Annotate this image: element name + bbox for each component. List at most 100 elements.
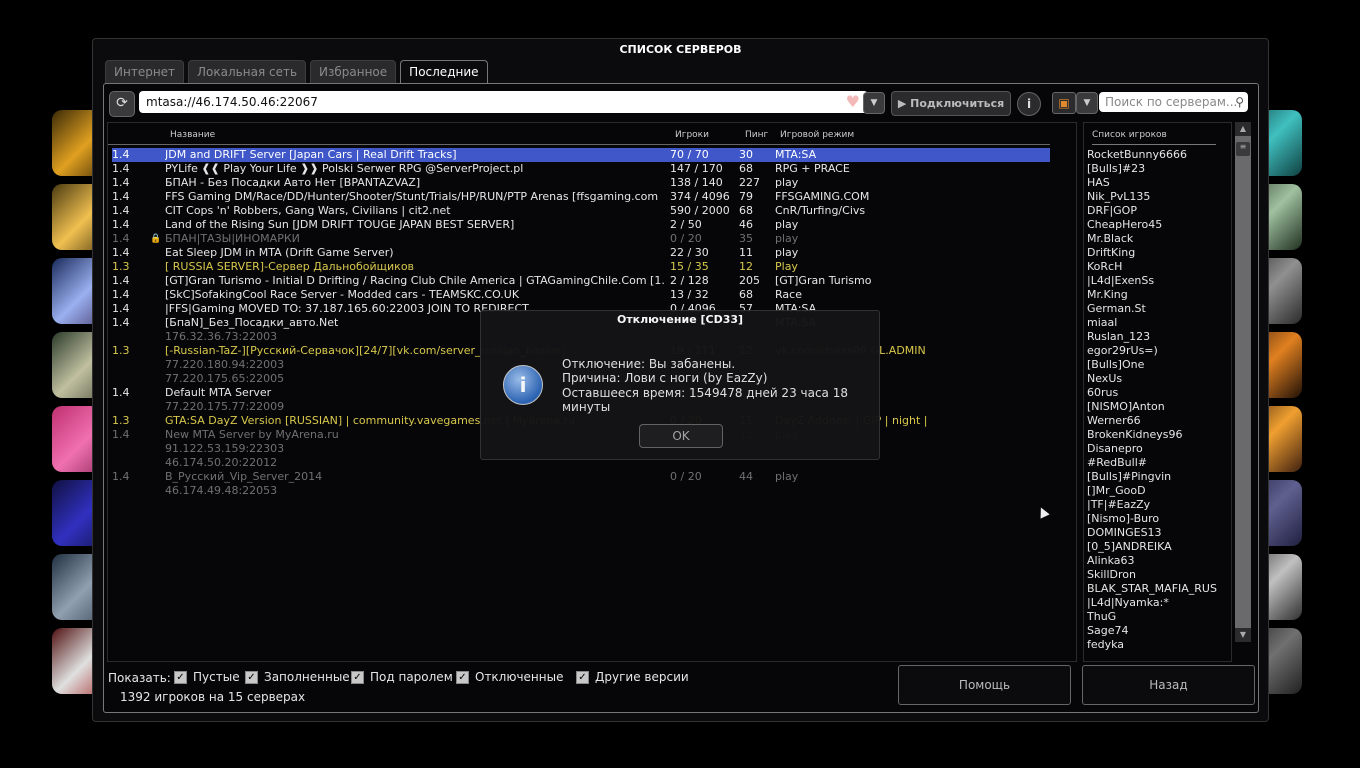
checkbox-icon: ✓ (245, 670, 258, 684)
filter-other-versions-checkbox[interactable]: ✓ Другие версии (576, 670, 689, 684)
player-name[interactable]: #RedBull# (1087, 456, 1219, 470)
player-name[interactable]: German.St (1087, 302, 1219, 316)
server-row[interactable]: 1.4 CIT Cops 'n' Robbers, Gang Wars, Civi… (112, 204, 1050, 218)
column-gamemode[interactable]: Игровой режим (780, 130, 854, 140)
scroll-thumb[interactable]: ≡ (1236, 142, 1250, 156)
player-name[interactable]: Disanepro (1087, 442, 1219, 456)
server-players: 70 / 70 (670, 148, 709, 161)
player-name[interactable]: 60rus (1087, 386, 1219, 400)
column-ping[interactable]: Пинг (745, 130, 768, 140)
player-name[interactable]: [Bulls]#Pingvin (1087, 470, 1219, 484)
server-row[interactable]: 1.4 JDM and DRIFT Server [Japan Cars | Re… (112, 148, 1050, 162)
player-name[interactable]: Nik_PvL135 (1087, 190, 1219, 204)
connect-button[interactable]: ▶ Подключиться (891, 91, 1011, 116)
player-name[interactable]: miaal (1087, 316, 1219, 330)
server-row[interactable]: 1.4 [SkC]SofakingCool Race Server - Modde… (112, 288, 1050, 302)
player-name[interactable]: BLAK_STAR_MAFIA_RUS (1087, 582, 1219, 596)
server-ping: 35 (739, 232, 753, 245)
address-field[interactable]: mtasa://46.174.50.46:22067 ♥ (139, 91, 868, 113)
server-mode: MTA:SA (775, 148, 817, 161)
server-ping: 11 (739, 246, 753, 259)
server-row[interactable]: 1.4 🔒 БПАН|ТАЗЫ|ИНОМАРКИ 0 / 20 35 play (112, 232, 1050, 246)
server-ver: 1.4 (112, 232, 130, 245)
player-name[interactable]: [NISMO]Anton (1087, 400, 1219, 414)
server-info-button[interactable]: i (1017, 92, 1041, 116)
player-name[interactable]: []Mr_GooD (1087, 484, 1219, 498)
player-name[interactable]: DriftKing (1087, 246, 1219, 260)
player-name[interactable]: |L4d|ExenSs (1087, 274, 1219, 288)
tab-internet[interactable]: Интернет (105, 60, 185, 84)
help-button[interactable]: Помощь (898, 665, 1071, 705)
scroll-down-arrow[interactable]: ▼ (1235, 628, 1251, 642)
player-name[interactable]: [Bulls]One (1087, 358, 1219, 372)
player-name[interactable]: BrokenKidneys96 (1087, 428, 1219, 442)
back-button[interactable]: Назад (1082, 665, 1255, 705)
server-players: 138 / 140 (670, 176, 723, 189)
server-row[interactable]: 1.4 В_Русский_Vip_Server_2014 0 / 20 44 play (112, 470, 1050, 484)
search-type-button[interactable]: ▣ (1052, 92, 1076, 114)
tab-recent[interactable]: Последние (400, 60, 488, 84)
server-row[interactable]: 1.4 PYLife ❰❰ Play Your Life ❱❱ Polski Se… (112, 162, 1050, 176)
dialog-message-line: Отключение: Вы забанены. (562, 357, 736, 371)
server-ver: 1.4 (112, 386, 130, 399)
player-name[interactable]: Werner66 (1087, 414, 1219, 428)
player-name[interactable]: DOMINGES13 (1087, 526, 1219, 540)
server-ver: 1.4 (112, 288, 130, 301)
info-icon: i (1026, 97, 1032, 111)
tab-lan[interactable]: Локальная сеть (188, 60, 307, 84)
address-history-dropdown[interactable]: ▼ (863, 92, 885, 114)
server-row[interactable]: 1.4 Land of the Rising Sun [JDM DRIFT TOU… (112, 218, 1050, 232)
filter-full-checkbox[interactable]: ✓ Заполненные (245, 670, 350, 684)
server-ping: 68 (739, 162, 753, 175)
checkbox-icon: ✓ (174, 670, 187, 684)
player-list-scrollbar[interactable]: ▲ ≡ ▼ (1235, 122, 1251, 642)
player-name[interactable]: fedyka (1087, 638, 1219, 652)
filter-passworded-checkbox[interactable]: ✓ Под паролем (351, 670, 453, 684)
dialog-ok-button[interactable]: OK (639, 424, 723, 448)
player-name[interactable]: RocketBunny6666 (1087, 148, 1219, 162)
column-players[interactable]: Игроки (675, 130, 709, 140)
player-list-header: Список игроков (1092, 130, 1216, 145)
server-ver: 1.4 (112, 148, 130, 161)
scroll-up-arrow[interactable]: ▲ (1235, 122, 1251, 136)
column-name[interactable]: Название (170, 130, 215, 140)
filter-offline-checkbox[interactable]: ✓ Отключенные (456, 670, 563, 684)
server-ver: 1.4 (112, 428, 130, 441)
server-name: CIT Cops 'n' Robbers, Gang Wars, Civilia… (165, 204, 451, 217)
player-name[interactable]: KoRcH (1087, 260, 1219, 274)
player-name[interactable]: [Nismo]-Buro (1087, 512, 1219, 526)
player-name[interactable]: DRF|GOP (1087, 204, 1219, 218)
server-ver: 1.4 (112, 302, 130, 315)
search-input[interactable]: Поиск по серверам... ⚲ (1099, 92, 1248, 112)
search-type-dropdown[interactable]: ▼ (1076, 92, 1098, 114)
player-name[interactable]: Sage74 (1087, 624, 1219, 638)
server-row[interactable]: 1.4 БПАН - Без Посадки Авто Нет [BPANTAZV… (112, 176, 1050, 190)
player-name[interactable]: |TF|#EazZy (1087, 498, 1219, 512)
player-name[interactable]: NexUs (1087, 372, 1219, 386)
server-ping: 227 (739, 176, 760, 189)
player-name[interactable]: egor29rUs=) (1087, 344, 1219, 358)
server-row[interactable]: 46.174.49.48:22053 (112, 484, 1050, 498)
player-name[interactable]: HAS (1087, 176, 1219, 190)
refresh-button[interactable]: ⟳ (109, 91, 135, 117)
player-name[interactable]: Ruslan_123 (1087, 330, 1219, 344)
server-name: FFS Gaming DM/Race/DD/Hunter/Shooter/Stu… (165, 190, 659, 203)
filter-empty-checkbox[interactable]: ✓ Пустые (174, 670, 240, 684)
player-name[interactable]: [0_5]ANDREIKA (1087, 540, 1219, 554)
server-row[interactable]: 1.3 [ RUSSIA SERVER]-Сервер Дальнобойщико… (112, 260, 1050, 274)
server-row[interactable]: 1.4 [GT]Gran Turismo - Initial D Drifting… (112, 274, 1050, 288)
server-players: 13 / 32 (670, 288, 709, 301)
player-name[interactable]: CheapHero45 (1087, 218, 1219, 232)
search-icon: ⚲ (1235, 95, 1244, 109)
player-name[interactable]: [Bulls]#23 (1087, 162, 1219, 176)
player-name[interactable]: Mr.King (1087, 288, 1219, 302)
tab-favourites[interactable]: Избранное (310, 60, 397, 84)
player-name[interactable]: SkillDron (1087, 568, 1219, 582)
player-name[interactable]: Mr.Black (1087, 232, 1219, 246)
player-name[interactable]: ThuG (1087, 610, 1219, 624)
player-name[interactable]: Alinka63 (1087, 554, 1219, 568)
server-row[interactable]: 1.4 Eat Sleep JDM in MTA (Drift Game Serv… (112, 246, 1050, 260)
server-row[interactable]: 1.4 FFS Gaming DM/Race/DD/Hunter/Shooter/… (112, 190, 1050, 204)
favourite-heart-icon[interactable]: ♥ (846, 91, 860, 113)
player-name[interactable]: |L4d|Nyamka:* (1087, 596, 1219, 610)
